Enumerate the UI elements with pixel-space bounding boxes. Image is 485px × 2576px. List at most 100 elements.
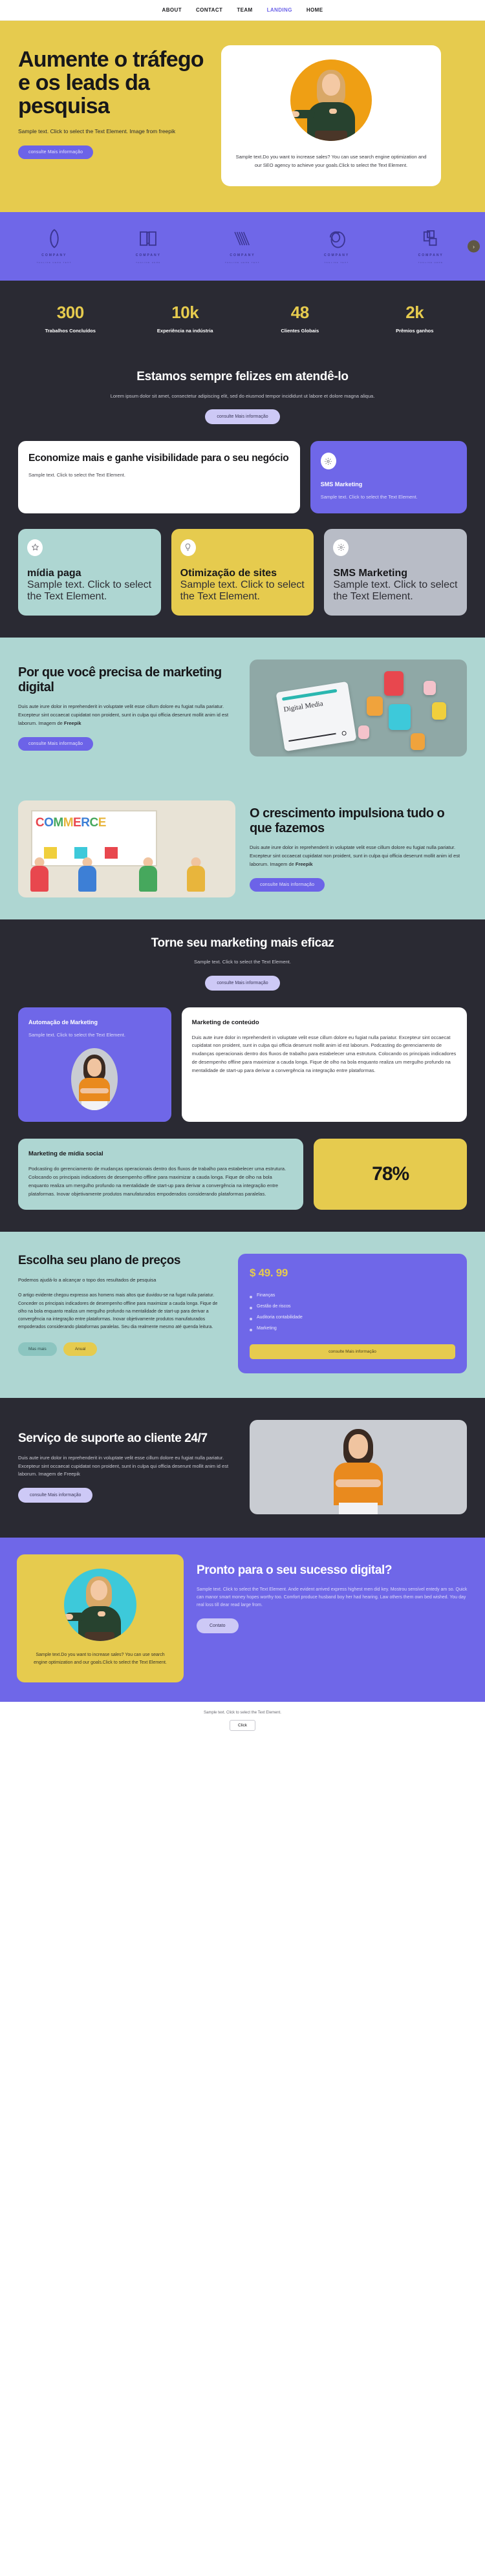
service-card-paid-media[interactable]: mídia paga Sample text. Click to select … xyxy=(18,528,161,616)
brush-chip-icon xyxy=(358,725,369,739)
plan-feature: Finanças xyxy=(250,1290,455,1301)
logo-item[interactable]: COMPANY TAGLINE HERE xyxy=(106,228,191,264)
pricing-lead: Podemos ajudá-lo a alcançar o topo dos r… xyxy=(18,1276,156,1283)
services-subtitle: Lorem ipsum dolor sit amet, consectetur … xyxy=(110,392,375,399)
plan-cta-button[interactable]: consulte Mais informação xyxy=(250,1344,455,1360)
why-text-block: Por que você precisa de marketing digita… xyxy=(18,665,235,751)
effective-cta-button[interactable]: consulte Mais informação xyxy=(205,975,280,991)
bulb-chip-icon xyxy=(432,702,447,720)
hero-cta-button[interactable]: consulte Mais informação xyxy=(18,145,94,159)
service-card-highlight[interactable]: Economize mais e ganhe visibilidade para… xyxy=(18,441,300,513)
service-card-title: SMS Marketing xyxy=(333,567,408,579)
stat-label: Experiência na indústria xyxy=(156,328,213,334)
gear-icon xyxy=(333,539,349,556)
pricing-monthly-button[interactable]: Mas mais xyxy=(18,1342,57,1356)
cta-body: Sample text. Click to select the Text El… xyxy=(197,1587,468,1608)
plan-card: $ 49. 99 Finanças Gestão de riscos Audit… xyxy=(238,1254,467,1374)
growth-title: O crescimento impulsiona tudo o que faze… xyxy=(250,806,445,836)
logo-name: COMPANY xyxy=(230,253,255,258)
automation-card[interactable]: Automação de Marketing Sample text. Clic… xyxy=(18,1007,171,1122)
content-marketing-card[interactable]: Marketing de conteúdo Duis aute irure do… xyxy=(181,1007,467,1122)
why-text: Duis aute irure dolor in reprehenderit i… xyxy=(18,703,235,727)
growth-body: Duis aute irure dolor in reprehenderit i… xyxy=(250,844,460,867)
stat-label: Clientes Globais xyxy=(281,328,319,334)
growth-credit: Freepik xyxy=(295,861,313,867)
final-cta-section: Sample text.Do you want to increase sale… xyxy=(0,1538,485,1702)
page-footer: Sample text. Click to select the Text El… xyxy=(0,1702,485,1743)
footer-link[interactable]: Click xyxy=(229,1720,256,1732)
stripes-v-logo-icon xyxy=(232,228,253,250)
logo-carousel: COMPANY TAGLINE HERE TEXT COMPANY TAGLIN… xyxy=(0,212,485,281)
hero-avatar xyxy=(290,59,372,141)
hero-image-card: Sample text.Do you want to increase sale… xyxy=(221,45,441,187)
logo-item[interactable]: COMPANY TAGLINE HERE TEXT xyxy=(12,228,97,264)
hero-title: Aumente o tráfego e os leads da pesquisa xyxy=(18,47,204,119)
automation-card-title: Automação de Marketing xyxy=(28,1018,98,1025)
logo-name: COMPANY xyxy=(323,253,350,258)
service-card-sms-2[interactable]: SMS Marketing Sample text. Click to sele… xyxy=(324,528,468,616)
woman-pointing-illustration xyxy=(64,1569,136,1642)
digital-media-image: Digital Media xyxy=(250,659,467,757)
logo-item[interactable]: COMPANY TAGLINE HERE xyxy=(388,228,473,264)
services-small-cards-row: mídia paga Sample text. Click to select … xyxy=(0,513,485,638)
service-card-sms[interactable]: SMS Marketing Sample text. Click to sele… xyxy=(310,441,467,513)
leaf-loop-logo-icon xyxy=(43,228,65,250)
pen-chip-icon xyxy=(410,733,425,750)
nav-item-contact[interactable]: CONTACT xyxy=(196,7,222,13)
logo-name: COMPANY xyxy=(135,253,161,258)
why-cta-button[interactable]: consulte Mais informação xyxy=(18,736,94,751)
support-section: Serviço de suporte ao cliente 24/7 Duis … xyxy=(0,1398,485,1538)
pricing-toggle-buttons: Mas mais Anual xyxy=(18,1342,224,1356)
tablet-illustration: Digital Media xyxy=(275,681,357,751)
sad-face-chip-icon xyxy=(384,671,404,696)
logo-tagline: TAGLINE HERE xyxy=(136,261,161,264)
service-card-site-optimization[interactable]: Otimização de sites Sample text. Click t… xyxy=(171,528,314,616)
image-chip-icon xyxy=(367,696,383,716)
pricing-title: Escolha seu plano de preços xyxy=(18,1254,181,1268)
stat-item: 48 Clientes Globais xyxy=(242,303,358,334)
cta-image-text: Sample text.Do you want to increase sale… xyxy=(34,1653,167,1666)
pricing-annual-button[interactable]: Anual xyxy=(63,1342,98,1356)
plan-price: $ 49. 99 xyxy=(250,1267,288,1280)
cta-contact-button[interactable]: Contato xyxy=(197,1618,239,1634)
services-cta-button[interactable]: consulte Mais informação xyxy=(205,409,280,425)
cta-title: Pronto para o seu sucesso digital? xyxy=(197,1563,393,1578)
cta-image-card: Sample text.Do you want to increase sale… xyxy=(17,1554,184,1683)
commerce-word: COMMERCE xyxy=(35,815,107,830)
services-title: Estamos sempre felizes em atendê-lo xyxy=(136,370,349,384)
hero-subtitle: Sample text. Click to select the Text El… xyxy=(18,128,176,135)
growth-text: Duis aute irure dolor in reprehenderit i… xyxy=(250,844,467,868)
nav-item-landing[interactable]: LANDING xyxy=(267,7,292,13)
cta-avatar xyxy=(64,1569,136,1642)
why-credit: Freepik xyxy=(63,720,81,726)
service-card-text: Sample text. Click to select the Text El… xyxy=(27,579,152,602)
squares-logo-icon xyxy=(420,228,442,250)
services-cards-row: Economize mais e ganhe visibilidade para… xyxy=(0,424,485,513)
social-media-card[interactable]: Marketing de mídia social Podcasting do … xyxy=(18,1139,304,1210)
nav-item-team[interactable]: TEAM xyxy=(237,7,252,13)
nav-item-about[interactable]: ABOUT xyxy=(162,7,182,13)
cta-text-block: Pronto para o seu sucesso digital? Sampl… xyxy=(197,1554,468,1682)
logo-tagline: TAGLINE TEXT xyxy=(324,261,349,264)
service-card-text: Sample text. Click to select the Text El… xyxy=(180,579,305,602)
nav-item-home[interactable]: HOME xyxy=(307,7,323,13)
logo-item[interactable]: COMPANY TAGLINE TEXT xyxy=(294,228,380,264)
stat-item: 10k Experiência na indústria xyxy=(128,303,243,334)
stat-value: 10k xyxy=(171,303,199,323)
why-title: Por que você precisa de marketing digita… xyxy=(18,665,222,695)
support-cta-button[interactable]: consulte Mais informação xyxy=(18,1488,93,1503)
service-card-title: Economize mais e ganhe visibilidade para… xyxy=(28,453,289,464)
logo-item[interactable]: COMPANY TAGLINE HERE TEXT xyxy=(200,228,285,264)
growth-split: COMMERCE O crescimento impulsiona tudo o… xyxy=(0,778,485,919)
percent-card: 78% xyxy=(314,1139,467,1210)
hero-text-block: Aumente o tráfego e os leads da pesquisa… xyxy=(18,45,207,159)
why-digital-marketing-section: Por que você precisa de marketing digita… xyxy=(0,637,485,919)
growth-cta-button[interactable]: consulte Mais informação xyxy=(250,877,325,892)
hero-section: Aumente o tráfego e os leads da pesquisa… xyxy=(0,21,485,213)
logo-tagline: TAGLINE HERE xyxy=(418,261,444,264)
support-text-block: Serviço de suporte ao cliente 24/7 Duis … xyxy=(18,1432,235,1503)
carousel-next-button[interactable]: › xyxy=(468,240,480,253)
service-card-text: Sample text. Click to select the Text El… xyxy=(320,494,418,500)
stats-section: 300 Trabalhos Concluídos 10k Experiência… xyxy=(0,281,485,354)
service-card-title: SMS Marketing xyxy=(320,481,363,488)
